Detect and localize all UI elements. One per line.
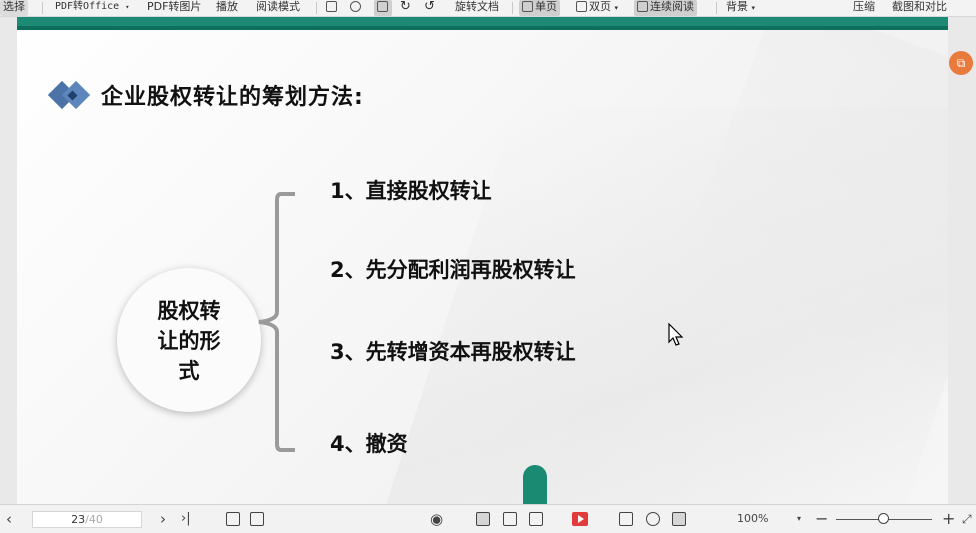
circle-label: 股权转 让的形 式: [157, 299, 221, 383]
category-circle: 股权转 让的形 式: [117, 268, 261, 412]
list-item: 1、直接股权转让: [330, 179, 492, 203]
slide-header-band: [17, 17, 948, 30]
curly-brace-icon: [258, 192, 295, 452]
chevron-down-icon: ▾: [614, 4, 619, 12]
actual-size-icon[interactable]: [619, 512, 633, 526]
slide-title: 企业股权转让的筹划方法:: [101, 85, 364, 110]
background-label: 背景: [726, 0, 748, 13]
mouse-cursor-icon: [668, 323, 684, 346]
compress-button[interactable]: 压缩: [853, 0, 875, 16]
single-page-button[interactable]: 单页: [519, 0, 560, 16]
status-bar: ‹ 23/40 › ›| ◉ 100% ▾ − + ⤢: [0, 504, 976, 533]
top-toolbar: 选择 PDF转Office ▾ PDF转图片 播放 阅读模式 ↻ ↺ 旋转文档 …: [0, 0, 976, 17]
previous-page-icon[interactable]: ‹: [6, 505, 12, 533]
toolbar-divider: [512, 2, 513, 14]
document-viewport[interactable]: 企业股权转让的筹划方法: 股权转 让的形 式 1、直接股权转让 2、先分配利润再…: [0, 17, 976, 504]
decorative-shape: [523, 465, 547, 504]
actual-size-icon[interactable]: [326, 0, 339, 16]
next-page-icon[interactable]: ›: [160, 505, 166, 533]
toolbar-divider: [716, 2, 717, 14]
page-view-icon[interactable]: [503, 512, 517, 526]
pdf-to-office-button[interactable]: PDF转Office ▾: [55, 0, 129, 16]
background-shape: [378, 107, 948, 504]
list-item: 2、先分配利润再股权转让: [330, 258, 576, 282]
single-page-view-icon[interactable]: [476, 512, 490, 526]
rotate-left-icon[interactable]: ↻: [400, 0, 411, 16]
fit-page-icon[interactable]: [646, 512, 660, 526]
pdf-to-office-label: PDF转Office: [55, 1, 120, 12]
continuous-read-button[interactable]: 连续阅读: [634, 0, 697, 16]
zoom-in-icon[interactable]: +: [942, 505, 955, 533]
slide-page: 企业股权转让的筹划方法: 股权转 让的形 式 1、直接股权转让 2、先分配利润再…: [17, 17, 948, 504]
single-page-icon: [522, 1, 533, 12]
pdf-to-image-button[interactable]: PDF转图片: [147, 0, 201, 16]
double-page-button[interactable]: 双页 ▾: [576, 0, 618, 16]
zoom-dropdown-icon[interactable]: ▾: [797, 505, 801, 533]
rotate-document-button[interactable]: 旋转文档: [455, 0, 499, 16]
fullscreen-icon[interactable]: ⤢: [962, 505, 972, 533]
next-view-icon[interactable]: [250, 512, 264, 526]
continuous-read-label: 连续阅读: [650, 0, 694, 13]
play-button[interactable]: 播放: [216, 0, 238, 16]
eye-protect-icon[interactable]: ◉: [430, 505, 443, 533]
current-page: 23: [71, 513, 86, 526]
fit-page-icon[interactable]: [350, 0, 363, 16]
continuous-read-icon: [637, 1, 648, 12]
last-page-icon[interactable]: ›|: [181, 505, 191, 533]
background-button[interactable]: 背景 ▾: [726, 0, 755, 16]
read-mode-button[interactable]: 阅读模式: [256, 0, 300, 16]
double-page-label: 双页: [589, 0, 611, 13]
fit-width-icon[interactable]: [374, 0, 392, 16]
toolbar-divider: [316, 2, 317, 14]
double-page-icon: [576, 1, 587, 12]
single-page-label: 单页: [535, 0, 557, 13]
fit-width-icon[interactable]: [672, 512, 686, 526]
rotate-right-icon[interactable]: ↺: [424, 0, 435, 16]
list-item: 3、先转增资本再股权转让: [330, 340, 576, 364]
zoom-slider-handle[interactable]: [878, 513, 889, 524]
total-pages: /40: [85, 513, 103, 526]
play-slideshow-icon[interactable]: [572, 512, 588, 526]
floating-assistant-icon[interactable]: ⧉: [949, 51, 973, 75]
prev-view-icon[interactable]: [226, 512, 240, 526]
zoom-out-icon[interactable]: −: [815, 505, 828, 533]
chevron-down-icon: ▾: [125, 3, 130, 11]
screenshot-compare-button[interactable]: 截图和对比: [892, 0, 947, 16]
double-page-view-icon[interactable]: [529, 512, 543, 526]
chevron-down-icon: ▾: [751, 4, 756, 12]
zoom-level[interactable]: 100%: [737, 505, 768, 533]
slide-title-row: 企业股权转让的筹划方法:: [47, 79, 364, 111]
diamond-bullet-icon: [47, 79, 95, 111]
list-item: 4、撤资: [330, 432, 408, 456]
select-button[interactable]: 选择: [0, 0, 28, 16]
toolbar-divider: [42, 2, 43, 14]
page-number-input[interactable]: 23/40: [32, 511, 142, 528]
